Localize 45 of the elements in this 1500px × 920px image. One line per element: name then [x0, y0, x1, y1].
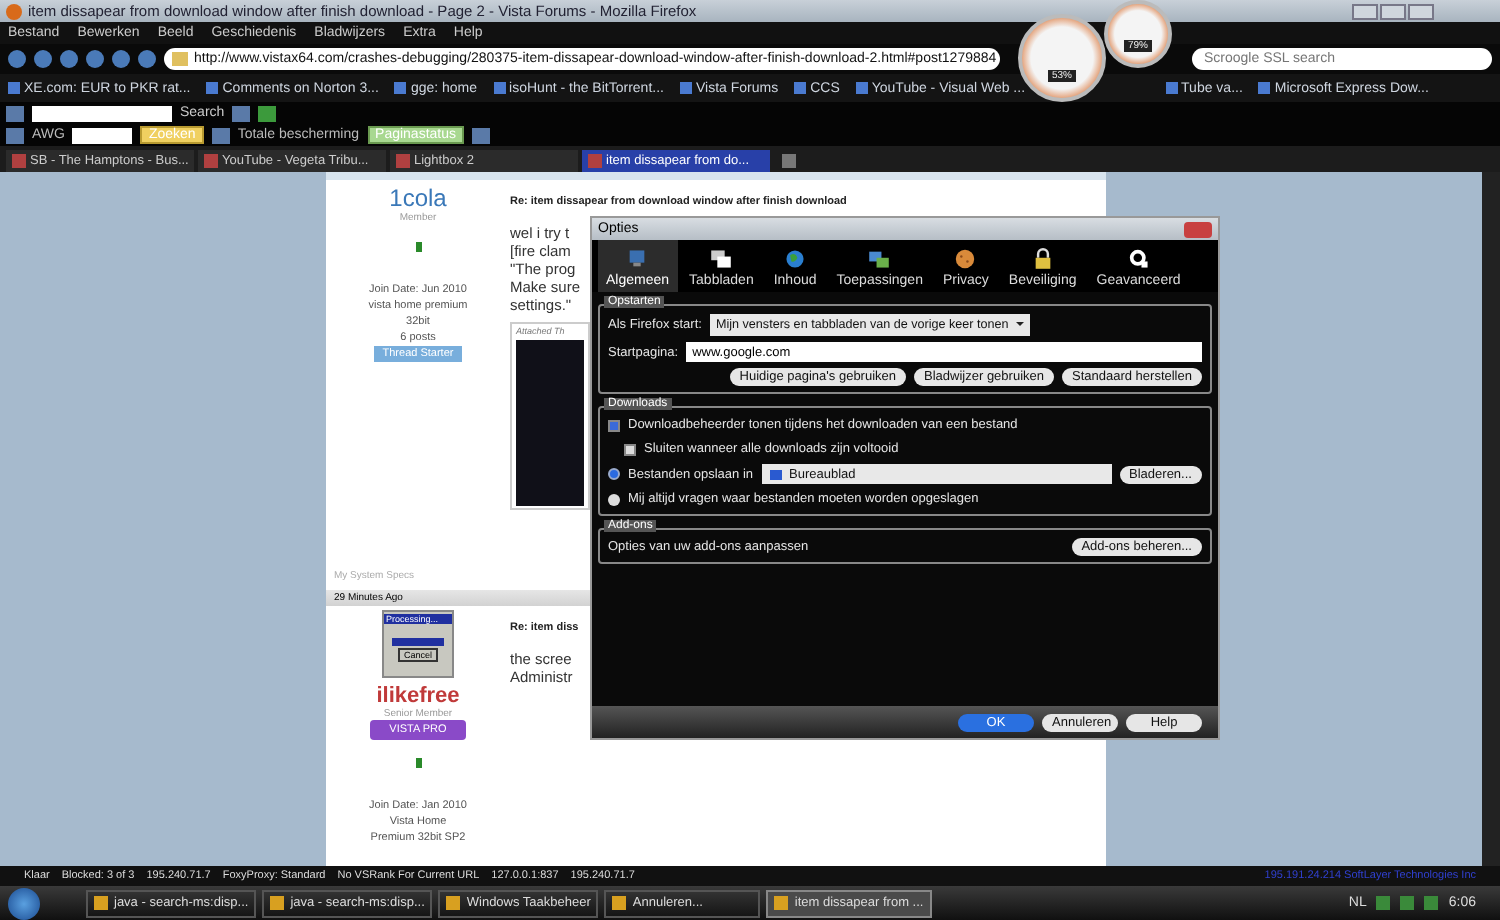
app-icon	[270, 896, 285, 910]
folder-icon	[769, 469, 782, 479]
app-icon	[94, 896, 108, 910]
favicon-icon	[12, 154, 26, 168]
close-button[interactable]	[1184, 221, 1212, 237]
reputation-icon	[415, 242, 421, 252]
page-icon	[394, 82, 407, 94]
page-icon	[1165, 82, 1178, 94]
page-icon	[679, 82, 692, 94]
username[interactable]: 1cola	[389, 184, 447, 212]
gear-icon	[1127, 248, 1150, 270]
favicon-icon	[204, 154, 218, 168]
start-button[interactable]	[8, 887, 40, 919]
screens-icon	[868, 248, 891, 270]
radio-button[interactable]	[608, 468, 620, 480]
checkbox[interactable]	[608, 419, 620, 431]
padlock-icon	[1031, 248, 1054, 270]
minimize-button[interactable]	[1352, 3, 1378, 19]
page-icon	[855, 82, 868, 94]
radio-button[interactable]	[608, 493, 620, 505]
favicon-icon	[396, 154, 410, 168]
maximize-button[interactable]	[1380, 3, 1406, 19]
toolbar-search-field[interactable]	[32, 105, 172, 121]
cookie-icon	[954, 248, 977, 270]
app-icon	[446, 896, 461, 910]
page-icon	[493, 82, 506, 94]
globe-icon	[784, 248, 807, 270]
username[interactable]: ilikefree	[376, 684, 460, 708]
site-icon	[172, 52, 188, 66]
app-icon	[774, 896, 789, 910]
monitor-icon	[626, 248, 649, 270]
windows-icon	[710, 248, 733, 270]
caret-icon	[1015, 321, 1024, 329]
reputation-icon	[415, 758, 421, 768]
scrollbar[interactable]	[1482, 172, 1500, 866]
app-icon	[612, 896, 627, 910]
close-button[interactable]	[1408, 3, 1434, 19]
page-icon	[8, 82, 20, 94]
page-icon	[794, 82, 807, 94]
favicon-icon	[588, 154, 602, 168]
toolbar-search-field[interactable]	[72, 127, 133, 143]
screenshot-thumbnail[interactable]	[516, 340, 584, 506]
page-icon	[1258, 82, 1271, 94]
checkbox[interactable]	[624, 443, 636, 455]
page-icon	[206, 82, 219, 94]
